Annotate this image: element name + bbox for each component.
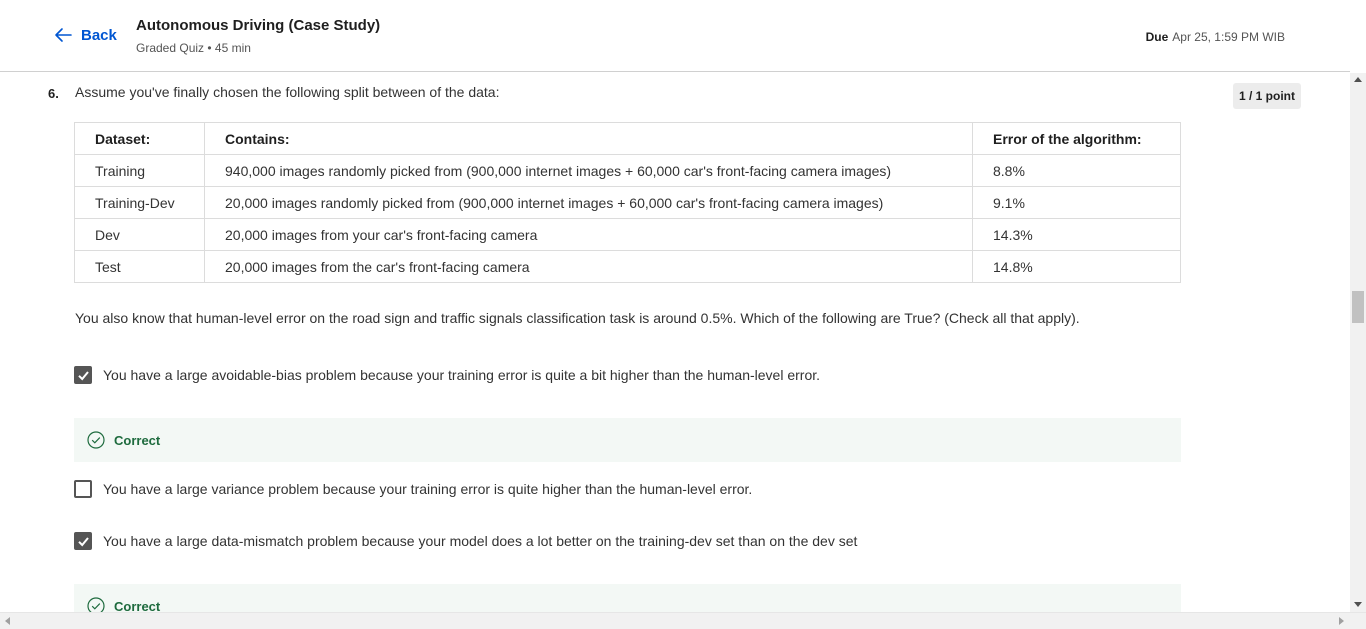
correct-feedback: Correct	[74, 584, 1181, 612]
table-cell: Training	[74, 154, 205, 187]
quiz-subtitle: Graded Quiz • 45 min	[136, 41, 251, 55]
quiz-header: Back Autonomous Driving (Case Study) Gra…	[0, 0, 1350, 72]
checkmark-icon	[77, 370, 89, 380]
table-cell: 9.1%	[972, 186, 1181, 219]
feedback-label: Correct	[114, 598, 161, 613]
due-label: Due	[1145, 30, 1169, 44]
question-text: Assume you've finally chosen the followi…	[75, 84, 500, 100]
due-date: Due Apr 25, 1:59 PM WIB	[1146, 30, 1285, 44]
option-label: You have a large avoidable-bias problem …	[103, 367, 821, 383]
table-cell: Dev	[74, 218, 205, 251]
arrow-left-icon	[55, 28, 72, 42]
vertical-scrollbar[interactable]	[1350, 73, 1366, 612]
checkbox-unchecked[interactable]	[74, 480, 92, 498]
question-content: 6. Assume you've finally chosen the foll…	[0, 73, 1350, 612]
horizontal-scrollbar[interactable]	[0, 612, 1366, 629]
scroll-down-arrow-icon[interactable]	[1354, 602, 1362, 607]
option-data-mismatch[interactable]: You have a large data-mismatch problem b…	[74, 532, 857, 550]
data-split-table: Dataset: Contains: Error of the algorith…	[74, 122, 1181, 283]
feedback-label: Correct	[114, 432, 161, 448]
scrollbar-gutter	[1350, 0, 1366, 73]
scroll-up-arrow-icon[interactable]	[1354, 77, 1362, 82]
back-label: Back	[81, 26, 117, 44]
quiz-title: Autonomous Driving (Case Study)	[136, 17, 381, 34]
table-cell: Test	[74, 250, 205, 283]
table-cell: 20,000 images from your car's front-faci…	[204, 218, 973, 251]
checkbox-checked[interactable]	[74, 532, 92, 550]
table-header: Contains:	[204, 122, 973, 155]
scroll-right-arrow-icon[interactable]	[1339, 617, 1344, 625]
question-number: 6.	[48, 86, 59, 101]
back-button[interactable]: Back	[53, 25, 117, 45]
table-cell: 14.8%	[972, 250, 1181, 283]
due-value: Apr 25, 1:59 PM WIB	[1172, 30, 1285, 44]
table-row: Training 940,000 images randomly picked …	[74, 154, 1181, 187]
option-label: You have a large data-mismatch problem b…	[103, 533, 858, 549]
table-header-row: Dataset: Contains: Error of the algorith…	[74, 122, 1181, 155]
table-cell: 20,000 images randomly picked from (900,…	[204, 186, 973, 219]
option-variance[interactable]: You have a large variance problem becaus…	[74, 480, 752, 498]
table-row: Test 20,000 images from the car's front-…	[74, 250, 1181, 283]
checkmark-icon	[77, 536, 89, 546]
table-cell: 940,000 images randomly picked from (900…	[204, 154, 973, 187]
table-cell: Training-Dev	[74, 186, 205, 219]
question-followup: You also know that human-level error on …	[75, 310, 1080, 326]
scroll-left-arrow-icon[interactable]	[5, 617, 10, 625]
table-row: Dev 20,000 images from your car's front-…	[74, 218, 1181, 251]
table-header: Error of the algorithm:	[972, 122, 1181, 155]
table-cell: 14.3%	[972, 218, 1181, 251]
scrollbar-thumb[interactable]	[1352, 291, 1364, 323]
table-cell: 20,000 images from the car's front-facin…	[204, 250, 973, 283]
table-row: Training-Dev 20,000 images randomly pick…	[74, 186, 1181, 219]
table-header: Dataset:	[74, 122, 205, 155]
option-avoidable-bias[interactable]: You have a large avoidable-bias problem …	[74, 366, 820, 384]
check-circle-icon	[87, 431, 105, 449]
option-label: You have a large variance problem becaus…	[103, 481, 753, 497]
points-badge: 1 / 1 point	[1233, 83, 1301, 109]
correct-feedback: Correct	[74, 418, 1181, 462]
table-cell: 8.8%	[972, 154, 1181, 187]
checkbox-checked[interactable]	[74, 366, 92, 384]
check-circle-icon	[87, 597, 105, 612]
